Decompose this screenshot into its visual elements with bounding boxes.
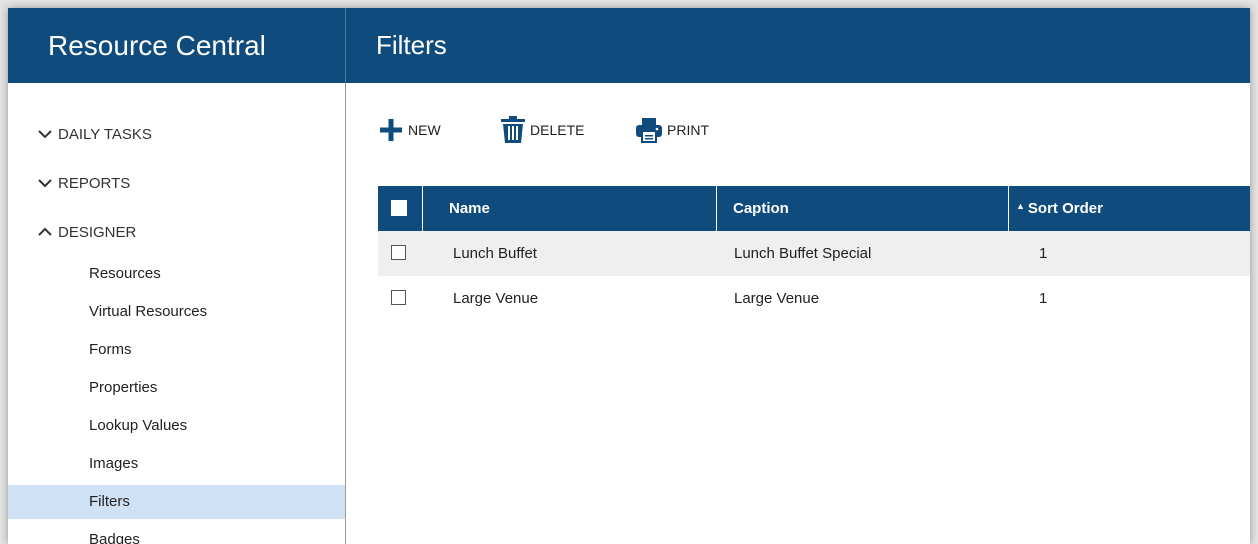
column-separator: [422, 186, 423, 231]
cell-name: Lunch Buffet: [453, 245, 537, 262]
table-header: Name Caption ▲ Sort Order: [378, 186, 1250, 231]
select-all-checkbox[interactable]: [391, 200, 407, 216]
row-checkbox[interactable]: [391, 290, 406, 305]
sidebar-item-properties[interactable]: Properties: [8, 371, 345, 405]
header-divider: [345, 8, 346, 83]
sidebar-section-daily-tasks[interactable]: DAILY TASKS: [38, 120, 152, 150]
delete-button-label: DELETE: [530, 122, 585, 138]
sidebar: DAILY TASKS REPORTS DESIGNER Resources V…: [8, 83, 345, 544]
sidebar-item-forms[interactable]: Forms: [8, 333, 345, 367]
column-separator: [1008, 186, 1009, 231]
cell-caption: Lunch Buffet Special: [734, 245, 872, 262]
sidebar-border: [345, 83, 346, 544]
sidebar-section-label: REPORTS: [58, 175, 131, 192]
sidebar-item-virtual-resources[interactable]: Virtual Resources: [8, 295, 345, 329]
sidebar-section-label: DAILY TASKS: [58, 126, 152, 143]
trash-icon: [501, 115, 525, 143]
column-header-caption[interactable]: Caption: [733, 186, 789, 231]
chevron-down-icon: [38, 179, 52, 188]
cell-caption: Large Venue: [734, 290, 820, 307]
top-header: Resource Central Filters: [8, 8, 1250, 83]
sidebar-section-reports[interactable]: REPORTS: [38, 169, 130, 199]
sidebar-item-resources[interactable]: Resources: [8, 257, 345, 291]
print-button[interactable]: PRINT: [635, 115, 709, 145]
table-row[interactable]: Lunch Buffet Lunch Buffet Special 1: [378, 231, 1250, 276]
delete-button[interactable]: DELETE: [500, 115, 584, 145]
column-header-name[interactable]: Name: [449, 186, 490, 231]
filters-table: Name Caption ▲ Sort Order Lunch Buffet Lu…: [378, 186, 1250, 321]
sidebar-item-filters[interactable]: Filters: [8, 485, 345, 519]
plus-icon: [380, 118, 402, 141]
app-title: Resource Central: [48, 30, 266, 61]
app-window: Resource Central Filters DAILY TASKS REP…: [8, 8, 1250, 544]
print-button-label: PRINT: [667, 122, 709, 138]
column-header-sort-order-label: Sort Order: [1027, 200, 1103, 217]
sidebar-item-badges[interactable]: Badges: [8, 523, 345, 544]
new-button[interactable]: NEW: [378, 115, 441, 145]
cell-name: Large Venue: [453, 290, 539, 307]
table-row[interactable]: Large Venue Large Venue 1: [378, 276, 1250, 321]
sidebar-section-designer[interactable]: DESIGNER: [38, 218, 136, 248]
sidebar-section-label: DESIGNER: [58, 224, 137, 241]
column-header-sort-order[interactable]: ▲ Sort Order: [1016, 186, 1103, 231]
sidebar-item-lookup-values[interactable]: Lookup Values: [8, 409, 345, 443]
new-button-label: NEW: [408, 122, 441, 138]
row-checkbox[interactable]: [391, 245, 406, 260]
column-separator: [716, 186, 717, 231]
sort-ascending-icon: ▲: [1016, 201, 1025, 211]
cell-sort-order: 1: [1039, 290, 1048, 307]
chevron-down-icon: [38, 130, 52, 139]
page-title: Filters: [376, 30, 447, 60]
sidebar-item-images[interactable]: Images: [8, 447, 345, 481]
printer-icon: [636, 117, 662, 143]
chevron-up-icon: [38, 227, 52, 236]
cell-sort-order: 1: [1039, 245, 1048, 262]
